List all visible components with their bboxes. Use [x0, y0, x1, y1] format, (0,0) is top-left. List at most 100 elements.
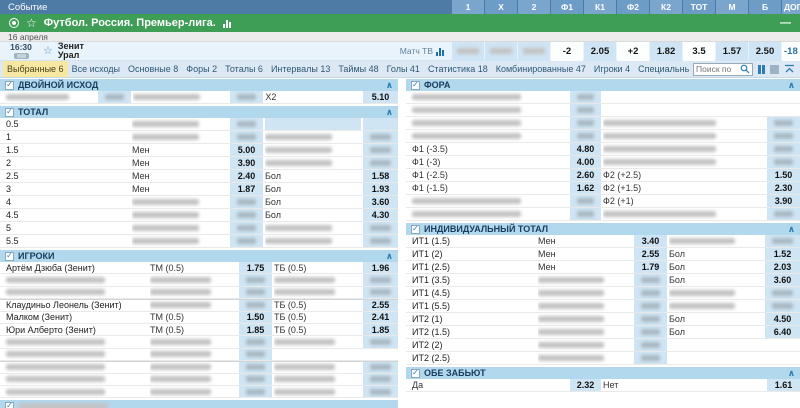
section-header-double-chance[interactable]: ✓ДВОЙНОЙ ИСХОД∧: [0, 79, 398, 91]
odds-value[interactable]: 1.93: [363, 183, 398, 195]
blurred-odds-value[interactable]: [239, 300, 272, 310]
checkbox-icon[interactable]: ✓: [5, 108, 14, 117]
blurred-odds-value[interactable]: [239, 336, 272, 347]
section-header-partial[interactable]: ✓: [0, 400, 398, 408]
blurred-odds-value[interactable]: [239, 287, 272, 298]
odds-value[interactable]: 1.52: [765, 248, 800, 260]
blurred-odds-value[interactable]: [570, 130, 601, 142]
odds-value[interactable]: 3.40: [634, 235, 667, 247]
blurred-odds-value[interactable]: [230, 91, 263, 103]
blurred-odds-value[interactable]: [363, 157, 398, 169]
blurred-odds-value[interactable]: [570, 208, 601, 220]
blurred-odds-value[interactable]: [634, 352, 667, 364]
odds-value[interactable]: 5.00: [230, 144, 263, 156]
blurred-odds-value[interactable]: [765, 287, 800, 299]
match-odds-cell[interactable]: +2: [617, 42, 649, 61]
odds-value[interactable]: 1.50: [239, 312, 272, 323]
odds-value[interactable]: 1.50: [767, 169, 800, 181]
blurred-odds-value[interactable]: [239, 274, 272, 285]
blurred-odds-value[interactable]: [239, 362, 272, 372]
blurred-odds-value[interactable]: [570, 195, 601, 207]
blurred-odds-value[interactable]: [363, 386, 398, 397]
tab-7[interactable]: Таймы 48: [334, 61, 382, 78]
empty-odds-cell[interactable]: [265, 118, 361, 130]
odds-value[interactable]: 2.55: [363, 300, 398, 310]
blurred-odds-value[interactable]: [767, 208, 800, 220]
blurred-odds-value[interactable]: [634, 300, 667, 312]
checkbox-icon[interactable]: ✓: [411, 225, 420, 234]
blurred-odds-value[interactable]: [634, 313, 667, 325]
checkbox-icon[interactable]: ✓: [5, 81, 14, 90]
blurred-odds-value[interactable]: [363, 235, 398, 247]
odds-value[interactable]: 2.40: [230, 170, 263, 182]
team-names[interactable]: Зенит Урал: [58, 42, 84, 61]
favorite-star-icon[interactable]: ☆: [26, 17, 37, 29]
blurred-odds-value[interactable]: [363, 362, 398, 372]
search-input[interactable]: [696, 64, 738, 74]
blurred-odds-value[interactable]: [765, 235, 800, 247]
two-column-view-icon[interactable]: [758, 65, 765, 74]
blurred-odds-value[interactable]: [239, 386, 272, 397]
checkbox-icon[interactable]: ✓: [411, 81, 420, 90]
blurred-odds-value[interactable]: [767, 143, 800, 155]
blurred-odds-value[interactable]: [363, 287, 398, 298]
tab-2[interactable]: Все исходы: [68, 61, 124, 78]
match-odds-cell[interactable]: -2: [551, 42, 583, 61]
blurred-odds-value[interactable]: [363, 144, 398, 156]
match-odds-cell[interactable]: 2.05: [584, 42, 616, 61]
blurred-odds-value[interactable]: [634, 287, 667, 299]
blurred-odds-value[interactable]: [363, 274, 398, 285]
match-odds-cell[interactable]: 3.5: [683, 42, 715, 61]
odds-value[interactable]: 6.40: [765, 326, 800, 338]
section-header-both-to-score[interactable]: ✓ОБЕ ЗАБЬЮТ∧: [406, 367, 800, 379]
tab-5[interactable]: Тоталы 6: [221, 61, 267, 78]
odds-value[interactable]: 1.96: [363, 262, 398, 273]
blurred-odds-value[interactable]: [230, 235, 263, 247]
blurred-odds-value[interactable]: [363, 374, 398, 385]
match-favorite-star-icon[interactable]: ☆: [43, 46, 53, 57]
tab-11[interactable]: Игроки 4: [590, 61, 634, 78]
tab-4[interactable]: Форы 2: [182, 61, 221, 78]
empty-odds-cell[interactable]: [363, 118, 398, 130]
match-odds-cell[interactable]: 1.57: [716, 42, 748, 61]
blurred-odds-value[interactable]: [239, 349, 272, 360]
tab-1[interactable]: Выбранные 6: [3, 61, 68, 78]
blurred-odds-value[interactable]: [767, 117, 800, 129]
odds-value[interactable]: 1.62: [570, 182, 601, 194]
odds-value[interactable]: 3.60: [363, 196, 398, 208]
blurred-odds-value[interactable]: [767, 130, 800, 142]
odds-value[interactable]: 1.75: [239, 262, 272, 273]
odds-value[interactable]: 4.80: [570, 143, 601, 155]
chevron-up-icon[interactable]: ∧: [386, 108, 393, 117]
odds-value[interactable]: 2.03: [765, 261, 800, 273]
blurred-odds-value[interactable]: [765, 300, 800, 312]
blurred-match-odds-cell[interactable]: [518, 42, 550, 61]
odds-value[interactable]: 3.90: [767, 195, 800, 207]
blurred-odds-value[interactable]: [230, 209, 263, 221]
blurred-odds-value[interactable]: [570, 91, 601, 103]
chevron-up-icon[interactable]: ∧: [386, 252, 393, 261]
checkbox-icon[interactable]: ✓: [411, 369, 420, 378]
stats-icon[interactable]: [223, 19, 231, 28]
chevron-up-icon[interactable]: ∧: [386, 81, 393, 90]
odds-value[interactable]: 1.58: [363, 170, 398, 182]
checkbox-icon[interactable]: ✓: [5, 402, 14, 408]
match-row[interactable]: 16:30 ☆ Зенит Урал Матч ТВ -22.05+21.823…: [0, 42, 800, 61]
blurred-odds-value[interactable]: [230, 196, 263, 208]
odds-value[interactable]: 2.41: [363, 312, 398, 323]
odds-value[interactable]: 1.61: [767, 379, 800, 391]
blurred-odds-value[interactable]: [230, 222, 263, 234]
section-header-individual-total[interactable]: ✓ИНДИВИДУАЛЬНЫЙ ТОТАЛ∧: [406, 223, 800, 235]
tab-3[interactable]: Основные 8: [124, 61, 182, 78]
blurred-match-odds-cell[interactable]: [452, 42, 484, 61]
blurred-odds-value[interactable]: [767, 156, 800, 168]
chevron-up-icon[interactable]: ∧: [788, 81, 795, 90]
match-odds-cell[interactable]: 2.50: [749, 42, 781, 61]
blurred-odds-value[interactable]: [634, 274, 667, 286]
blurred-odds-value[interactable]: [230, 131, 263, 143]
single-column-view-icon[interactable]: [770, 65, 779, 74]
chevron-up-icon[interactable]: ∧: [788, 369, 795, 378]
collapse-all-icon[interactable]: [784, 64, 795, 74]
search-box[interactable]: [693, 63, 753, 76]
tab-9[interactable]: Статистика 18: [424, 61, 492, 78]
